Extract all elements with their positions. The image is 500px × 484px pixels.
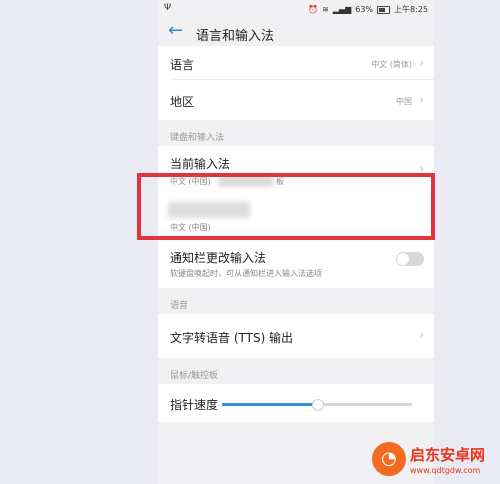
battery-icon [377,5,391,14]
clock: 上午8:25 [394,5,428,14]
section-pointer-header: 鼠标/触控板 [158,360,434,384]
region-row[interactable]: 地区 中国 › [158,80,434,120]
page-title: 语言和输入法 [196,29,275,44]
watermark-name: 启东安卓网 [410,446,486,464]
language-label: 语言 [170,58,195,72]
section-keyboard-header: 键盘和输入法 [158,122,434,146]
language-row[interactable]: 语言 中文 (简体) › [158,46,434,80]
chevron-right-icon: › [419,328,424,341]
section-voice-header: 语音 [158,290,434,314]
watermark: ◔ 启东安卓网 www.qdtgdw.com [372,440,500,484]
pointer-speed-row: 指针速度 [158,384,434,422]
chevron-right-icon: › [419,93,424,106]
tts-row[interactable]: 文字转语音 (TTS) 输出 › [158,314,434,358]
wifi-icon: ≋ [322,5,329,14]
status-icons: ⏰ ≋ ▂▄▆ 63% 上午8:25 [308,4,428,15]
section-pointer-label: 鼠标/触控板 [170,371,219,381]
status-bar: Ψ ⏰ ≋ ▂▄▆ 63% 上午8:25 [158,0,434,18]
language-value: 中文 (简体) [371,60,412,69]
section-keyboard-label: 键盘和输入法 [170,133,225,143]
notify-ime-row[interactable]: 通知栏更改输入法 软键盘唤起时，可从通知栏进入输入法选项 [158,240,434,288]
alarm-icon: ⏰ [308,5,319,14]
notify-ime-sub: 软键盘唤起时，可从通知栏进入输入法选项 [170,269,322,278]
watermark-logo-icon: ◔ [372,442,406,476]
watermark-url: www.qdtgdw.com [410,466,481,475]
pointer-speed-label: 指针速度 [170,398,219,412]
section-voice-label: 语音 [170,301,189,311]
slider-thumb[interactable] [312,399,324,411]
signal-icon: ▂▄▆ [332,5,352,14]
tts-label: 文字转语音 (TTS) 输出 [170,331,294,345]
current-ime-label: 当前输入法 [170,157,231,171]
chevron-right-icon: › [419,56,424,69]
notify-ime-label: 通知栏更改输入法 [170,251,267,265]
battery-percent: 63% [355,5,374,14]
usb-icon: Ψ [164,3,172,13]
back-arrow-icon[interactable]: ← [168,20,183,41]
region-label: 地区 [170,95,195,109]
pointer-speed-slider[interactable] [222,399,412,411]
region-value: 中国 [396,97,412,106]
slider-fill [222,403,317,406]
title-bar: ← 语言和输入法 [158,18,434,46]
highlight-box [137,173,435,240]
notify-ime-toggle[interactable] [396,252,424,266]
settings-screen: Ψ ⏰ ≋ ▂▄▆ 63% 上午8:25 ← 语言和输入法 语言 中文 (简体)… [158,0,434,484]
